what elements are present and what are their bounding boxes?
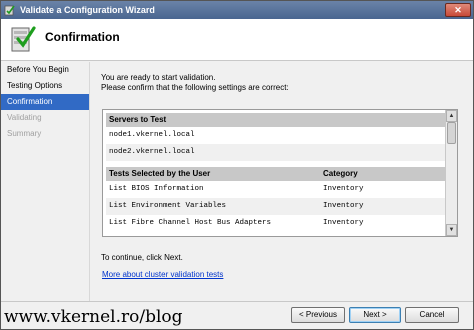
- server-row: node1.vkernel.local: [106, 127, 445, 144]
- scroll-up-arrow-icon[interactable]: ▲: [446, 110, 457, 122]
- watermark-text: www.vkernel.ro/blog: [4, 307, 183, 327]
- test-category: Inventory: [323, 185, 364, 193]
- test-name: List BIOS Information: [109, 185, 204, 193]
- main-content: You are ready to start validation. Pleas…: [89, 62, 473, 302]
- test-category: Inventory: [323, 202, 364, 210]
- page-title: Confirmation: [45, 30, 120, 44]
- step-testing-options[interactable]: Testing Options: [1, 78, 89, 94]
- category-header-label: Category: [323, 169, 358, 178]
- cancel-button[interactable]: Cancel: [405, 307, 459, 323]
- settings-list[interactable]: Servers to Test node1.vkernel.local node…: [102, 109, 458, 237]
- scroll-thumb[interactable]: [447, 122, 456, 144]
- continue-instruction: To continue, click Next.: [101, 253, 183, 262]
- intro-line-1: You are ready to start validation.: [101, 73, 216, 82]
- window-title: Validate a Configuration Wizard: [20, 5, 155, 15]
- test-name: List Fibre Channel Host Bus Adapters: [109, 219, 272, 227]
- server-name: node1.vkernel.local: [109, 131, 195, 139]
- server-name: node2.vkernel.local: [109, 148, 195, 156]
- validation-checklist-icon: [11, 26, 36, 52]
- next-button[interactable]: Next >: [349, 307, 401, 323]
- test-name: List Environment Variables: [109, 202, 227, 210]
- settings-list-content: Servers to Test node1.vkernel.local node…: [106, 113, 445, 232]
- page-header: Confirmation: [1, 19, 473, 61]
- server-row: node2.vkernel.local: [106, 144, 445, 161]
- intro-text: You are ready to start validation. Pleas…: [101, 73, 289, 93]
- wizard-app-icon: [4, 5, 15, 16]
- step-validating: Validating: [7, 113, 42, 122]
- tests-header-label: Tests Selected by the User: [109, 169, 211, 178]
- intro-line-2: Please confirm that the following settin…: [101, 83, 289, 92]
- servers-header-label: Servers to Test: [109, 115, 167, 124]
- wizard-steps-nav: Before You Begin Testing Options Confirm…: [1, 62, 89, 302]
- more-about-validation-link[interactable]: More about cluster validation tests: [102, 270, 223, 279]
- button-bar: www.vkernel.ro/blog < Previous Next > Ca…: [1, 301, 473, 329]
- list-scrollbar[interactable]: ▲ ▼: [445, 110, 457, 236]
- step-confirmation[interactable]: Confirmation: [1, 94, 89, 110]
- test-row: List Environment Variables Inventory: [106, 198, 445, 215]
- close-button[interactable]: ✕: [445, 3, 471, 17]
- wizard-window: Validate a Configuration Wizard ✕ Confir…: [0, 0, 474, 330]
- test-row: List Fibre Channel Host Bus Adapters Inv…: [106, 215, 445, 232]
- test-category: Inventory: [323, 219, 364, 227]
- previous-button[interactable]: < Previous: [291, 307, 345, 323]
- step-before-you-begin[interactable]: Before You Begin: [1, 62, 89, 78]
- step-summary: Summary: [7, 129, 42, 138]
- tests-section-header: Tests Selected by the User Category: [106, 167, 445, 181]
- title-bar: Validate a Configuration Wizard ✕: [1, 1, 473, 19]
- servers-section-header: Servers to Test: [106, 113, 445, 127]
- scroll-down-arrow-icon[interactable]: ▼: [446, 224, 457, 236]
- test-row: List BIOS Information Inventory: [106, 181, 445, 198]
